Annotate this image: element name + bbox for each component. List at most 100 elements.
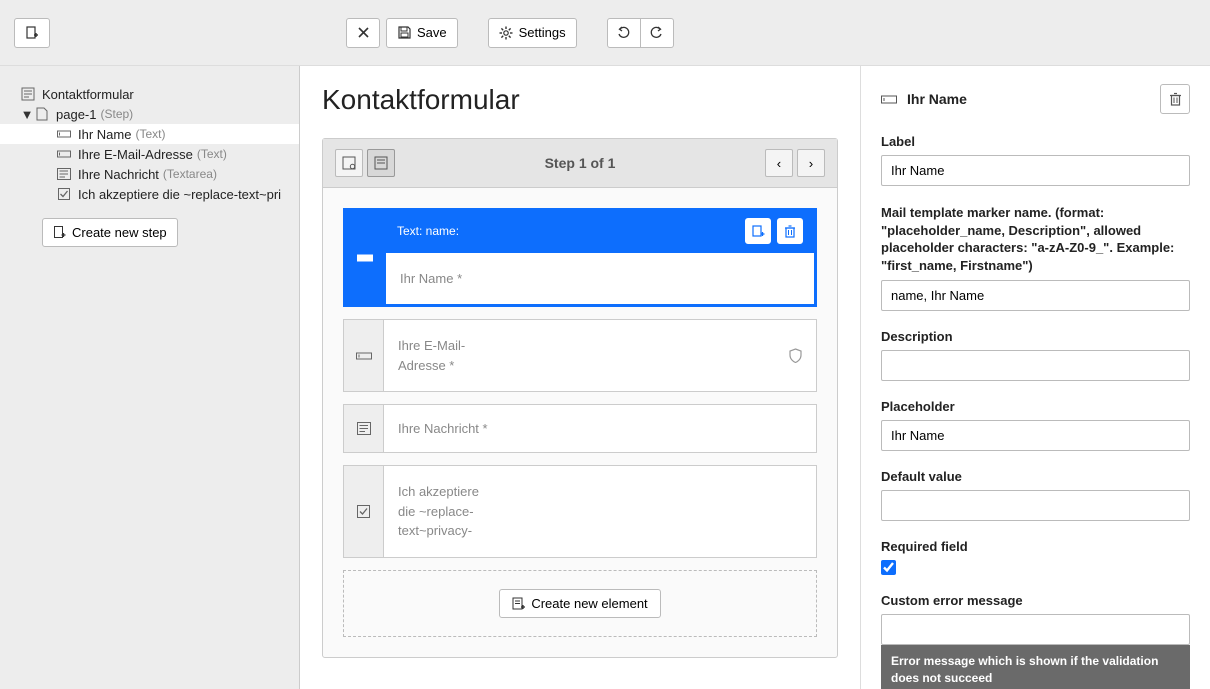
trash-icon: [784, 225, 796, 238]
close-icon: [356, 26, 370, 40]
save-button[interactable]: Save: [386, 18, 458, 48]
main-area: Kontaktformular ▼ page-1 (Step) Ihr Name…: [0, 66, 1210, 689]
description-input[interactable]: [881, 350, 1190, 381]
tree-item-type: (Text): [135, 127, 165, 141]
marker-label: Mail template marker name. (format: "pla…: [881, 204, 1190, 274]
text-field-icon: [357, 253, 373, 263]
marker-input[interactable]: [881, 280, 1190, 311]
page-plus-icon: [25, 26, 39, 40]
form-element-message[interactable]: Ihre Nachricht *: [343, 404, 817, 453]
settings-button[interactable]: Settings: [488, 18, 577, 48]
text-field-icon: [881, 94, 897, 105]
properties-header: Ihr Name: [881, 84, 1190, 114]
save-icon: [397, 26, 411, 40]
tree-item-privacy[interactable]: Ich akzeptiere die ~replace-text~pri: [0, 184, 299, 204]
element-preview-text: Ihr Name *: [400, 271, 800, 286]
form-element-privacy[interactable]: Ich akzeptiere die ~replace-text~privacy…: [343, 465, 817, 558]
step-body: Text: name: Ihr Name *: [323, 188, 837, 657]
save-label: Save: [417, 25, 447, 40]
form-view-icon: [374, 156, 388, 170]
default-value-input[interactable]: [881, 490, 1190, 521]
step-prev-button[interactable]: ‹: [765, 149, 793, 177]
checkbox-icon: [357, 505, 370, 518]
label-label: Label: [881, 134, 1190, 149]
element-preview-text: Ihre Nachricht *: [398, 421, 488, 436]
step-next-button[interactable]: ›: [797, 149, 825, 177]
trash-icon: [1169, 92, 1182, 106]
tree-view: Kontaktformular ▼ page-1 (Step) Ihr Name…: [0, 84, 299, 204]
default-value-label: Default value: [881, 469, 1190, 484]
form-title: Kontaktformular: [322, 84, 838, 116]
view-mode-preview-button[interactable]: [367, 149, 395, 177]
tree-item-label: Ihr Name: [78, 127, 131, 142]
new-page-button[interactable]: [14, 18, 50, 48]
element-preview-text: Ihre E-Mail-Adresse *: [398, 336, 468, 375]
topbar: Save Settings: [0, 0, 1210, 66]
textarea-icon: [56, 166, 72, 182]
form-icon: [20, 86, 36, 102]
tree-page-type: (Step): [100, 107, 133, 121]
properties-panel: Ihr Name Label Mail template marker name…: [860, 66, 1210, 689]
placeholder-label: Placeholder: [881, 399, 1190, 414]
textarea-icon: [357, 422, 371, 435]
checkbox-icon: [56, 186, 72, 202]
tree-root[interactable]: Kontaktformular: [0, 84, 299, 104]
element-copy-button[interactable]: [745, 218, 771, 244]
create-element-button[interactable]: Create new element: [499, 589, 660, 618]
properties-title: Ihr Name: [907, 91, 967, 107]
step-block: Step 1 of 1 ‹ › Text: name:: [322, 138, 838, 658]
shield-icon: [789, 348, 802, 363]
element-delete-button[interactable]: [777, 218, 803, 244]
element-meta-bar: Text: name:: [385, 210, 815, 252]
drag-handle[interactable]: [344, 466, 384, 557]
step-header: Step 1 of 1 ‹ ›: [323, 139, 837, 188]
tree-root-label: Kontaktformular: [42, 87, 134, 102]
page-icon: [34, 106, 50, 122]
tree-page-label: page-1: [56, 107, 96, 122]
tree-item-name[interactable]: Ihr Name (Text): [0, 124, 299, 144]
custom-error-input[interactable]: [881, 614, 1190, 645]
tree-twisty-icon[interactable]: ▼: [20, 107, 34, 122]
settings-label: Settings: [519, 25, 566, 40]
tree-item-email[interactable]: Ihre E-Mail-Adresse (Text): [0, 144, 299, 164]
text-field-icon: [356, 351, 372, 361]
element-meta-label: Text: name:: [397, 224, 459, 238]
create-step-button[interactable]: Create new step: [42, 218, 178, 247]
tree-item-label: Ihre E-Mail-Adresse: [78, 147, 193, 162]
drag-handle[interactable]: [344, 320, 384, 391]
custom-error-hint: Error message which is shown if the vali…: [881, 645, 1190, 689]
copy-plus-icon: [752, 225, 765, 238]
delete-element-button[interactable]: [1160, 84, 1190, 114]
canvas: Kontaktformular Step 1 of 1 ‹ ›: [300, 66, 860, 689]
element-preview-text: Ich akzeptiere die ~replace-text~privacy…: [398, 482, 498, 541]
create-element-label: Create new element: [531, 596, 647, 611]
step-counter: Step 1 of 1: [545, 155, 616, 171]
undo-button[interactable]: [607, 18, 641, 48]
drag-handle[interactable]: [344, 405, 384, 452]
form-element-name[interactable]: Text: name: Ihr Name *: [343, 208, 817, 307]
form-element-email[interactable]: Ihre E-Mail-Adresse *: [343, 319, 817, 392]
drag-handle[interactable]: [345, 210, 385, 305]
create-element-dropzone[interactable]: Create new element: [343, 570, 817, 637]
chevron-left-icon: ‹: [777, 156, 781, 171]
redo-button[interactable]: [641, 18, 674, 48]
view-mode-structure-button[interactable]: [335, 149, 363, 177]
chevron-right-icon: ›: [809, 156, 813, 171]
tree-item-label: Ich akzeptiere die ~replace-text~pri: [78, 187, 281, 202]
tree-page[interactable]: ▼ page-1 (Step): [0, 104, 299, 124]
tree-item-label: Ihre Nachricht: [78, 167, 159, 182]
tree-item-message[interactable]: Ihre Nachricht (Textarea): [0, 164, 299, 184]
tree-item-type: (Textarea): [163, 167, 217, 181]
required-checkbox[interactable]: [881, 560, 896, 575]
description-label: Description: [881, 329, 1190, 344]
gear-icon: [499, 26, 513, 40]
text-field-icon: [56, 126, 72, 142]
required-label: Required field: [881, 539, 1190, 554]
custom-error-label: Custom error message: [881, 593, 1190, 608]
label-input[interactable]: [881, 155, 1190, 186]
undo-icon: [617, 26, 631, 40]
list-icon: [342, 156, 356, 170]
element-plus-icon: [512, 597, 525, 610]
close-button[interactable]: [346, 18, 380, 48]
placeholder-input[interactable]: [881, 420, 1190, 451]
